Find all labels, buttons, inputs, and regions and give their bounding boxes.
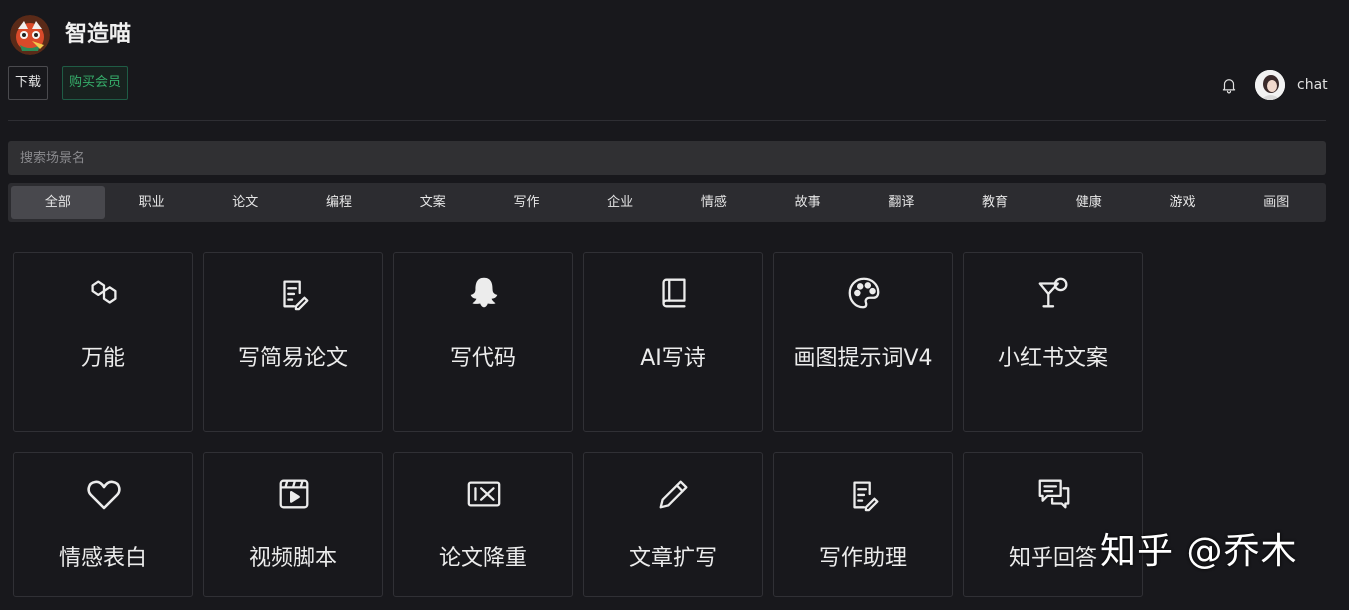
scene-card-simple-thesis[interactable]: 写简易论文 — [203, 252, 383, 432]
tab-health[interactable]: 健康 — [1042, 186, 1136, 219]
book-icon — [654, 273, 694, 313]
hexagons-icon — [84, 273, 124, 313]
palette-icon — [844, 273, 884, 313]
card-label: 视频脚本 — [248, 546, 337, 571]
card-label: 写作助理 — [818, 546, 907, 571]
scene-card-video-script[interactable]: 视频脚本 — [203, 452, 383, 597]
tab-emotion[interactable]: 情感 — [667, 186, 761, 219]
header-divider — [8, 120, 1326, 121]
card-label: 情感表白 — [58, 546, 147, 571]
scene-card-code[interactable]: 写代码 — [393, 252, 573, 432]
scene-card-universal[interactable]: 万能 — [13, 252, 193, 432]
tab-career[interactable]: 职业 — [105, 186, 199, 219]
scene-card-draw-prompt[interactable]: 画图提示词V4 — [773, 252, 953, 432]
download-button[interactable]: 下载 — [8, 66, 49, 100]
chat-bubbles-icon — [1034, 474, 1074, 514]
app-title: 智造喵 — [65, 22, 132, 47]
buy-membership-button[interactable]: 购买会员 — [62, 66, 129, 100]
card-label: 万能 — [80, 346, 125, 371]
tab-drawing[interactable]: 画图 — [1229, 186, 1323, 219]
tab-translate[interactable]: 翻译 — [854, 186, 948, 219]
category-tabs: 全部 职业 论文 编程 文案 写作 企业 情感 故事 翻译 教育 健康 游戏 画… — [8, 183, 1326, 222]
heart-icon — [84, 474, 124, 514]
document-edit-icon — [274, 273, 314, 313]
app-logo — [10, 15, 50, 55]
tab-writing[interactable]: 写作 — [480, 186, 574, 219]
tab-game[interactable]: 游戏 — [1136, 186, 1230, 219]
tab-education[interactable]: 教育 — [948, 186, 1042, 219]
scene-card-writing-assistant[interactable]: 写作助理 — [773, 452, 953, 597]
cocktail-icon — [1034, 273, 1074, 313]
tab-story[interactable]: 故事 — [761, 186, 855, 219]
username[interactable]: chat — [1297, 76, 1328, 94]
card-label: 论文降重 — [438, 546, 527, 571]
tab-copywriting[interactable]: 文案 — [386, 186, 480, 219]
scene-card-confession[interactable]: 情感表白 — [13, 452, 193, 597]
card-label: 小红书文案 — [997, 346, 1108, 371]
zhihu-watermark: 知乎 @乔木 — [1100, 531, 1298, 572]
user-avatar[interactable] — [1255, 70, 1285, 100]
reduce-icon — [464, 474, 504, 514]
card-label: 写代码 — [449, 346, 516, 371]
scene-search-input[interactable] — [8, 141, 1326, 175]
pencil-icon — [654, 474, 694, 514]
scene-card-thesis-rewrite[interactable]: 论文降重 — [393, 452, 573, 597]
tab-enterprise[interactable]: 企业 — [573, 186, 667, 219]
tab-coding[interactable]: 编程 — [292, 186, 386, 219]
tab-thesis[interactable]: 论文 — [198, 186, 292, 219]
document-edit-icon — [844, 474, 884, 514]
bell-icon[interactable] — [1220, 76, 1238, 94]
ghost-icon — [464, 273, 504, 313]
card-label: 写简易论文 — [237, 346, 348, 371]
card-label: 画图提示词V4 — [793, 346, 933, 371]
tab-all[interactable]: 全部 — [11, 186, 105, 219]
scene-card-xiaohongshu[interactable]: 小红书文案 — [963, 252, 1143, 432]
scene-card-ai-poem[interactable]: AI写诗 — [583, 252, 763, 432]
card-label: 文章扩写 — [628, 546, 717, 571]
video-icon — [274, 474, 314, 514]
card-label: AI写诗 — [640, 346, 706, 371]
scene-card-article-expand[interactable]: 文章扩写 — [583, 452, 763, 597]
